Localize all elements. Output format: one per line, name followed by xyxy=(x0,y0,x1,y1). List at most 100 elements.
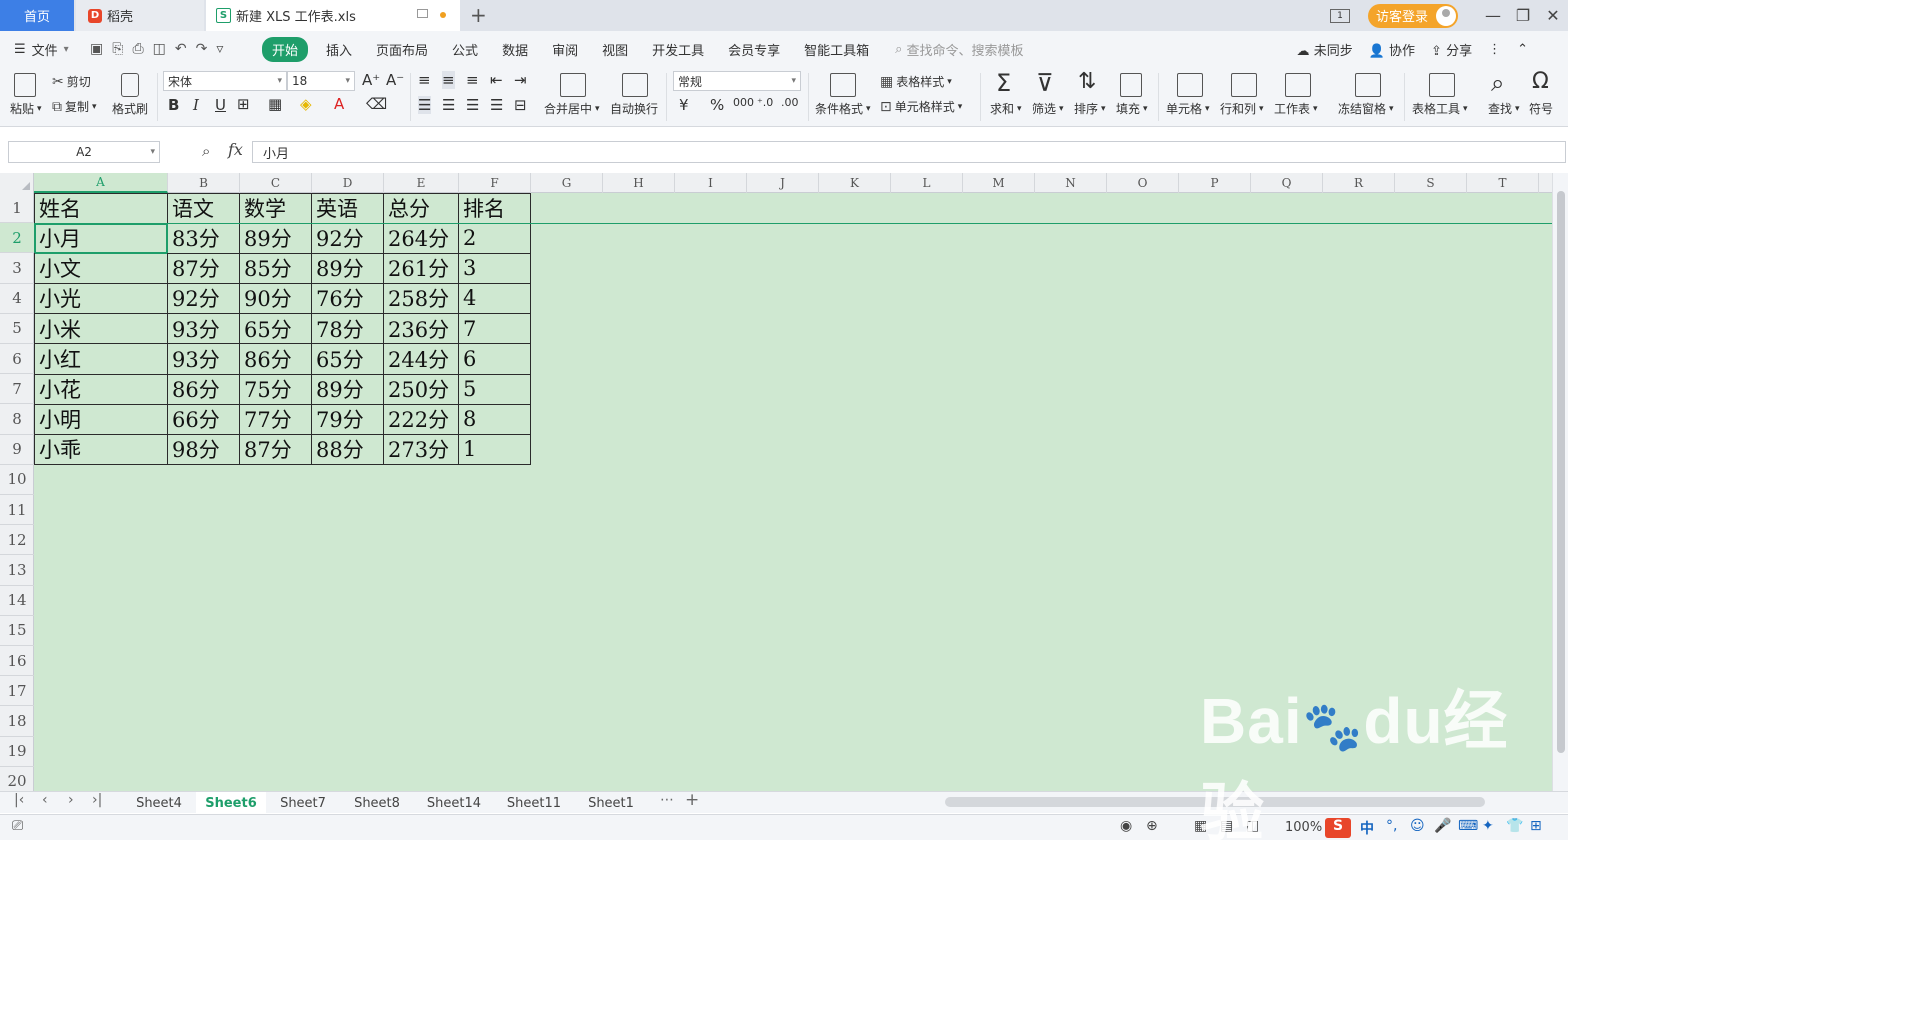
page-break-view-icon[interactable]: ◫ xyxy=(1246,818,1259,834)
table-cell[interactable]: 261分 xyxy=(384,253,459,285)
row-header-9[interactable]: 9 xyxy=(0,435,34,465)
border-icon[interactable]: ⊞ xyxy=(237,95,250,113)
font-color-icon[interactable]: A xyxy=(334,95,344,113)
table-tools-button[interactable]: 表格工具 ▾ xyxy=(1412,100,1468,117)
table-cell[interactable]: 5 xyxy=(459,374,531,405)
more-options-icon[interactable]: ⋮ xyxy=(1488,42,1501,57)
zoom-level[interactable]: 100% xyxy=(1285,820,1322,835)
align-bottom-icon[interactable]: ≡ xyxy=(466,71,479,89)
screen-icon[interactable] xyxy=(417,9,428,18)
table-cell[interactable]: 258分 xyxy=(384,283,459,315)
zoom-formula-icon[interactable]: ⌕ xyxy=(202,142,210,160)
sheet-tab-sheet8[interactable]: Sheet8 xyxy=(340,792,414,814)
mic-icon[interactable]: 🎤 xyxy=(1434,818,1451,834)
undo-icon[interactable]: ↶ xyxy=(175,41,187,57)
table-cell[interactable]: 89分 xyxy=(312,253,384,285)
add-sheet-icon[interactable]: + xyxy=(685,790,699,810)
table-cell[interactable]: 小红 xyxy=(34,344,168,375)
column-header-b[interactable]: B xyxy=(168,173,240,193)
sheet-tab-sheet4[interactable]: Sheet4 xyxy=(122,792,196,814)
ime-icon[interactable]: ⊕ xyxy=(1146,818,1158,834)
table-header-cell[interactable]: 姓名 xyxy=(34,193,168,224)
table-cell[interactable]: 93分 xyxy=(168,313,240,345)
table-cell[interactable]: 小明 xyxy=(34,404,168,436)
row-header-1[interactable]: 1 xyxy=(0,193,34,224)
table-cell[interactable]: 90分 xyxy=(240,283,312,315)
tab-member[interactable]: 会员专享 xyxy=(716,40,792,59)
restore-icon[interactable]: ❐ xyxy=(1508,6,1538,25)
thousands-icon[interactable]: 000 xyxy=(733,96,754,109)
increase-decimal-icon[interactable]: ⁺.0 xyxy=(757,96,773,109)
table-cell[interactable]: 65分 xyxy=(312,344,384,375)
currency-icon[interactable]: ¥ xyxy=(679,96,689,114)
merge-icon[interactable] xyxy=(560,73,586,97)
table-cell[interactable]: 8 xyxy=(459,404,531,436)
format-painter-icon[interactable] xyxy=(121,73,139,97)
wrap-text-button[interactable]: 自动换行 xyxy=(610,100,658,117)
column-header-k[interactable]: K xyxy=(819,173,891,193)
row-header-5[interactable]: 5 xyxy=(0,314,34,344)
freeze-panes-icon[interactable] xyxy=(1355,73,1381,97)
tab-developer[interactable]: 开发工具 xyxy=(640,40,716,59)
eye-protection-icon[interactable]: ◉ xyxy=(1120,818,1132,834)
decrease-indent-icon[interactable]: ⇤ xyxy=(490,71,503,89)
tab-insert[interactable]: 插入 xyxy=(314,40,364,59)
add-tab-icon[interactable]: + xyxy=(470,3,487,27)
skin-icon[interactable]: 👕 xyxy=(1506,818,1523,834)
column-header-n[interactable]: N xyxy=(1035,173,1107,193)
table-cell[interactable]: 85分 xyxy=(240,253,312,285)
row-header-7[interactable]: 7 xyxy=(0,374,34,405)
table-cell[interactable]: 66分 xyxy=(168,404,240,436)
row-header-3[interactable]: 3 xyxy=(0,253,34,284)
table-cell[interactable]: 87分 xyxy=(168,253,240,285)
sogou-ime-icon[interactable]: S xyxy=(1325,818,1351,838)
tab-file[interactable]: S 新建 XLS 工作表.xls xyxy=(206,0,460,31)
table-cell[interactable]: 2 xyxy=(459,223,531,254)
table-cell[interactable]: 小乖 xyxy=(34,434,168,466)
sheet-tab-sheet6[interactable]: Sheet6 xyxy=(196,792,266,814)
cell-style-button[interactable]: ⊡ 单元格样式 ▾ xyxy=(880,98,962,115)
share-button[interactable]: ⇪ 分享 xyxy=(1431,40,1472,59)
increase-indent-icon[interactable]: ⇥ xyxy=(514,71,527,89)
table-cell[interactable]: 273分 xyxy=(384,434,459,466)
row-header-8[interactable]: 8 xyxy=(0,404,34,435)
sort-button[interactable]: 排序 ▾ xyxy=(1074,100,1106,117)
freeze-panes-button[interactable]: 冻结窗格 ▾ xyxy=(1338,100,1394,117)
column-header-i[interactable]: I xyxy=(675,173,747,193)
page-layout-view-icon[interactable]: ▤ xyxy=(1220,818,1233,834)
sum-icon[interactable]: Σ xyxy=(996,69,1011,97)
table-cell[interactable]: 93分 xyxy=(168,344,240,375)
increase-font-icon[interactable]: A⁺ xyxy=(362,71,380,89)
table-header-cell[interactable]: 数学 xyxy=(240,193,312,224)
column-header-m[interactable]: M xyxy=(963,173,1035,193)
next-sheet-icon[interactable]: › xyxy=(68,792,74,808)
table-cell[interactable]: 小光 xyxy=(34,283,168,315)
row-header-16[interactable]: 16 xyxy=(0,646,34,677)
column-header-c[interactable]: C xyxy=(240,173,312,193)
column-header-p[interactable]: P xyxy=(1179,173,1251,193)
conditional-format-button[interactable]: 条件格式 ▾ xyxy=(815,100,871,117)
vertical-scrollbar[interactable] xyxy=(1552,173,1568,791)
table-cell[interactable]: 98分 xyxy=(168,434,240,466)
fill-icon[interactable] xyxy=(1120,73,1142,97)
close-icon[interactable]: ✕ xyxy=(1538,6,1568,25)
sheet-tab-sheet1[interactable]: Sheet1 xyxy=(574,792,648,814)
table-cell[interactable]: 7 xyxy=(459,313,531,345)
function-icon[interactable]: fx xyxy=(228,140,243,159)
punctuation-icon[interactable]: °, xyxy=(1386,818,1397,834)
file-menu[interactable]: ☰ 文件 ▾ xyxy=(0,40,90,59)
underline-icon[interactable]: U xyxy=(215,96,226,114)
row-header-18[interactable]: 18 xyxy=(0,706,34,737)
column-header-r[interactable]: R xyxy=(1323,173,1395,193)
tab-start[interactable]: 开始 xyxy=(262,36,309,62)
redo-icon[interactable]: ↷ xyxy=(196,41,208,57)
symbol-icon[interactable]: Ω xyxy=(1532,69,1549,94)
table-cell[interactable]: 6 xyxy=(459,344,531,375)
column-header-j[interactable]: J xyxy=(747,173,819,193)
fill-button[interactable]: 填充 ▾ xyxy=(1116,100,1148,117)
table-cell[interactable]: 小文 xyxy=(34,253,168,285)
copy-button[interactable]: ⧉ 复制 ▾ xyxy=(52,98,97,115)
table-cell[interactable]: 87分 xyxy=(240,434,312,466)
name-box[interactable]: A2 xyxy=(8,141,160,163)
align-top-icon[interactable]: ≡ xyxy=(418,71,431,89)
